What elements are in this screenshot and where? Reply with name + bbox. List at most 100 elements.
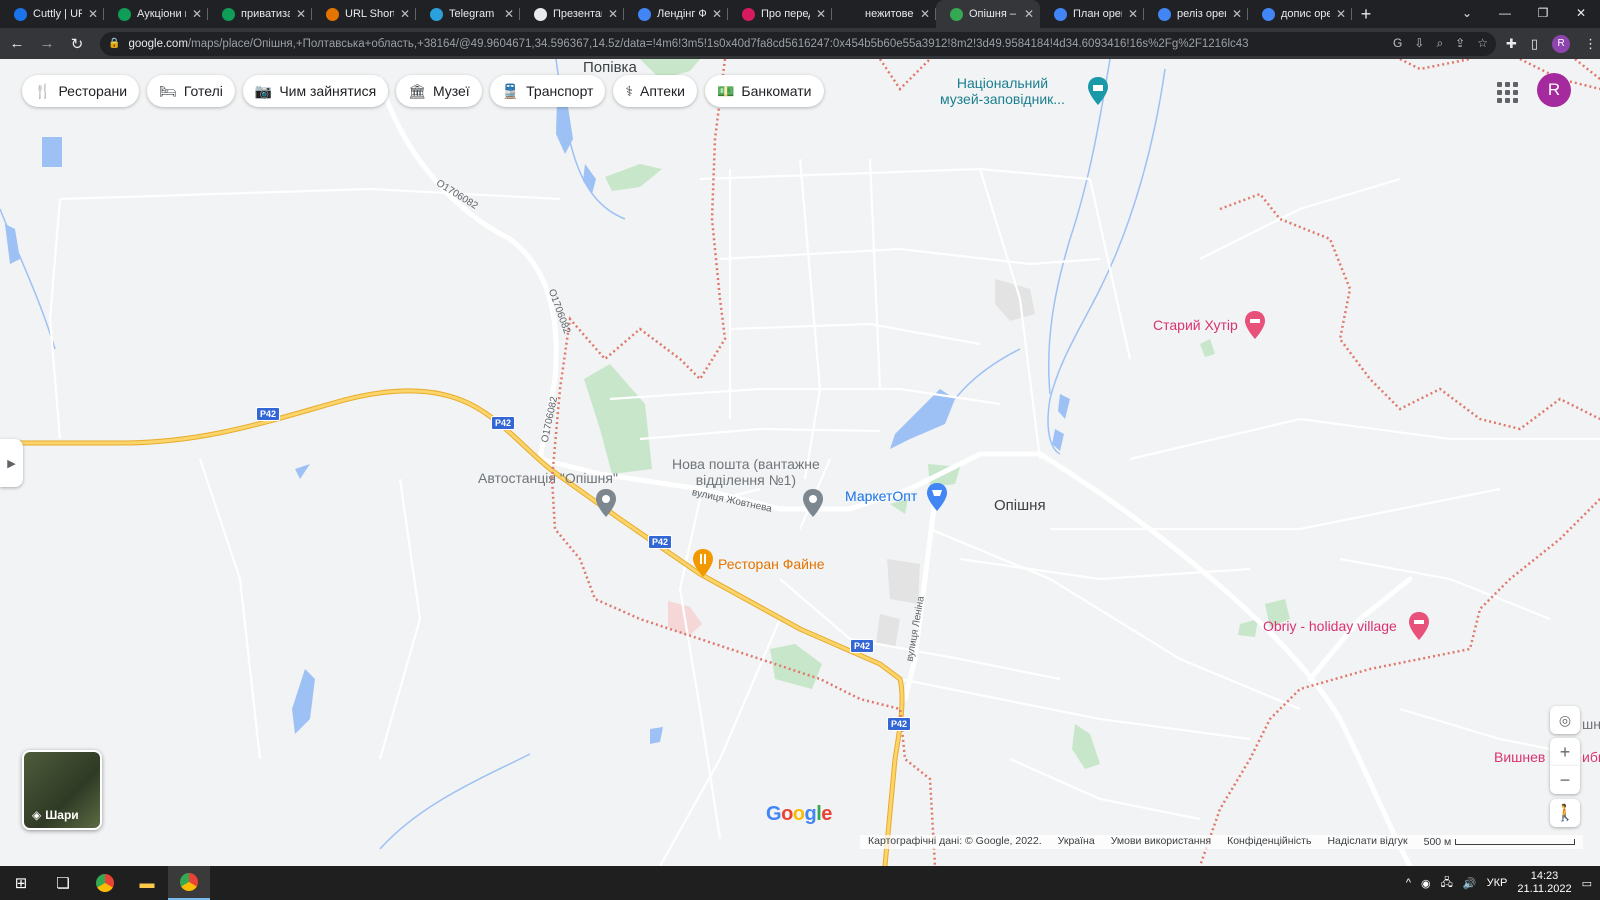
map-canvas[interactable]: 🍴 Ресторани 🛏 Готелі 📷 Чим зайнятися 🏛 Музеї 🚆 Тр… [0,59,1600,866]
chip-camera[interactable]: 📷 Чим зайнятися [242,75,389,107]
zoom-icon[interactable]: ⌕ [1436,36,1443,51]
tab-close-icon[interactable]: ✕ [296,7,306,21]
clock[interactable]: 14:23 21.11.2022 [1517,870,1571,896]
tab-close-icon[interactable]: ✕ [192,7,202,21]
arrow-left-icon: ← [9,35,25,52]
profile-avatar[interactable]: R [1552,34,1571,53]
tab-close-icon[interactable]: ✕ [816,7,826,21]
volume-icon[interactable]: 🔊 [1463,877,1477,890]
browser-tab[interactable]: Telegram ✕ [416,0,520,28]
tab-close-icon[interactable]: ✕ [608,7,618,21]
restore-icon[interactable]: ❐ [1524,0,1562,28]
share-icon[interactable]: ⇪ [1455,36,1465,51]
browser-tab[interactable]: Аукціони п ✕ [104,0,208,28]
shopping-pin-icon[interactable] [926,483,948,511]
browser-tab[interactable]: приватиза ✕ [208,0,312,28]
google-apps-icon[interactable] [1494,79,1518,103]
terms-link[interactable]: Умови використання [1111,835,1211,849]
chip-restaurant[interactable]: 🍴 Ресторани [22,75,140,107]
close-window-icon[interactable]: ✕ [1562,0,1600,28]
scale-bar[interactable]: 500 м [1424,835,1576,849]
tab-close-icon[interactable]: ✕ [504,7,514,21]
side-panel-icon[interactable]: ▯ [1531,36,1538,52]
my-location-button[interactable]: ◎ [1550,706,1580,734]
browser-tab[interactable]: Cuttly | URL ✕ [0,0,104,28]
hotel-pin-icon[interactable] [1408,612,1430,640]
tab-close-icon[interactable]: ✕ [1232,7,1242,21]
restaurant-pin-icon[interactable] [692,549,714,577]
browser-tab[interactable]: План орен ✕ [1040,0,1144,28]
lodging-pin-icon[interactable] [1244,311,1266,339]
bookmark-star-icon[interactable]: ☆ [1477,36,1488,51]
notifications-icon[interactable]: ▭ [1582,877,1592,890]
taskbar-chrome-profile[interactable] [168,866,210,900]
browser-tab[interactable]: URL Shorter ✕ [312,0,416,28]
zoom-out-button[interactable]: − [1550,766,1580,794]
label-nia[interactable]: шня [1582,716,1600,732]
label-opishnia[interactable]: Опішня [994,497,1046,514]
url-text[interactable]: google.com/maps/place/Опішня,+Полтавська… [128,38,1385,50]
chip-pharmacy[interactable]: ⚕ Аптеки [613,75,697,107]
chip-museum[interactable]: 🏛 Музеї [396,75,482,107]
label-bus-station[interactable]: Автостанція "Опішня" [478,470,618,486]
chip-transit[interactable]: 🚆 Транспорт [489,75,606,107]
side-panel-toggle[interactable]: ▶ [0,439,23,487]
extensions-icon[interactable]: ✚ [1506,36,1517,52]
label-vyshnev[interactable]: Вишнев [1494,749,1545,765]
forward-button[interactable]: → [34,31,60,57]
tab-close-icon[interactable]: ✕ [1128,7,1138,21]
browser-tab[interactable]: Лендінг ФД ✕ [624,0,728,28]
museum-pin-icon[interactable] [1087,77,1109,105]
tray-chevron-up-icon[interactable]: ^ [1406,877,1411,889]
bus-station-pin-icon[interactable] [595,489,617,517]
browser-tab[interactable]: реліз орен ✕ [1144,0,1248,28]
menu-kebab-icon[interactable]: ⋮ [1584,36,1597,52]
browser-tab[interactable]: Опішня – К ✕ [936,0,1040,28]
tab-close-icon[interactable]: ✕ [1024,7,1034,21]
install-app-icon[interactable]: ⇩ [1414,36,1424,51]
taskbar-chrome[interactable] [84,866,126,900]
address-bar[interactable]: 🔒 google.com/maps/place/Опішня,+Полтавсь… [100,31,1496,56]
feedback-link[interactable]: Надіслати відгук [1327,835,1407,849]
label-popivka[interactable]: Попівка [583,59,637,76]
tab-close-icon[interactable]: ✕ [1336,7,1346,21]
tab-close-icon[interactable]: ✕ [88,7,98,21]
start-button[interactable]: ⊞ [0,866,42,900]
label-nova-poshta[interactable]: Нова пошта (вантажне відділення №1) [672,456,820,488]
back-button[interactable]: ← [4,31,30,57]
layers-button[interactable]: ◈ Шари [22,750,102,830]
street-view-pegman[interactable]: 🚶 [1550,799,1580,827]
reload-button[interactable]: ↻ [64,31,90,57]
network-icon[interactable]: 🖧 [1441,874,1453,893]
account-avatar[interactable]: R [1537,73,1571,107]
browser-tab[interactable]: допис орен ✕ [1248,0,1352,28]
browser-tab[interactable]: Презентац ✕ [520,0,624,28]
zoom-in-button[interactable]: + [1550,738,1580,766]
language-indicator[interactable]: УКР [1487,877,1508,889]
browser-tab[interactable]: нежитове ✕ [832,0,936,28]
label-staryi-khutir[interactable]: Старий Хутір [1153,317,1238,333]
label-obriy[interactable]: Obriy - holiday village [1263,618,1397,634]
nova-poshta-pin-icon[interactable] [802,489,824,517]
taskbar-file-explorer[interactable]: ▬ [126,866,168,900]
google-lens-icon[interactable]: G [1393,36,1402,51]
minimize-icon[interactable]: — [1486,0,1524,28]
tray-app-icon[interactable]: ◉ [1421,877,1431,890]
omnibox-actions: G ⇩ ⌕ ⇪ ☆ [1393,36,1488,51]
new-tab-button[interactable]: + [1352,0,1380,28]
label-marketopt[interactable]: МаркетОпт [845,488,917,504]
tab-close-icon[interactable]: ✕ [920,7,930,21]
label-vyshnev-tail[interactable]: иби [1582,749,1600,765]
label-restaurant-faine[interactable]: Ресторан Файне [718,556,825,572]
tab-close-icon[interactable]: ✕ [400,7,410,21]
label-museum[interactable]: Національний музей-заповідник... [940,75,1065,107]
chip-atm[interactable]: 💵 Банкомати [704,75,824,107]
tab-close-icon[interactable]: ✕ [712,7,722,21]
tab-search-icon[interactable]: ⌄ [1448,0,1486,28]
screen: Cuttly | URL✕Аукціони п✕приватиза✕URL Sh… [0,0,1600,900]
privacy-link[interactable]: Конфіденційність [1227,835,1311,849]
chip-hotel[interactable]: 🛏 Готелі [147,75,235,107]
browser-tab[interactable]: Про перед ✕ [728,0,832,28]
country-link[interactable]: Україна [1058,835,1095,849]
task-view-button[interactable]: ❏ [42,866,84,900]
